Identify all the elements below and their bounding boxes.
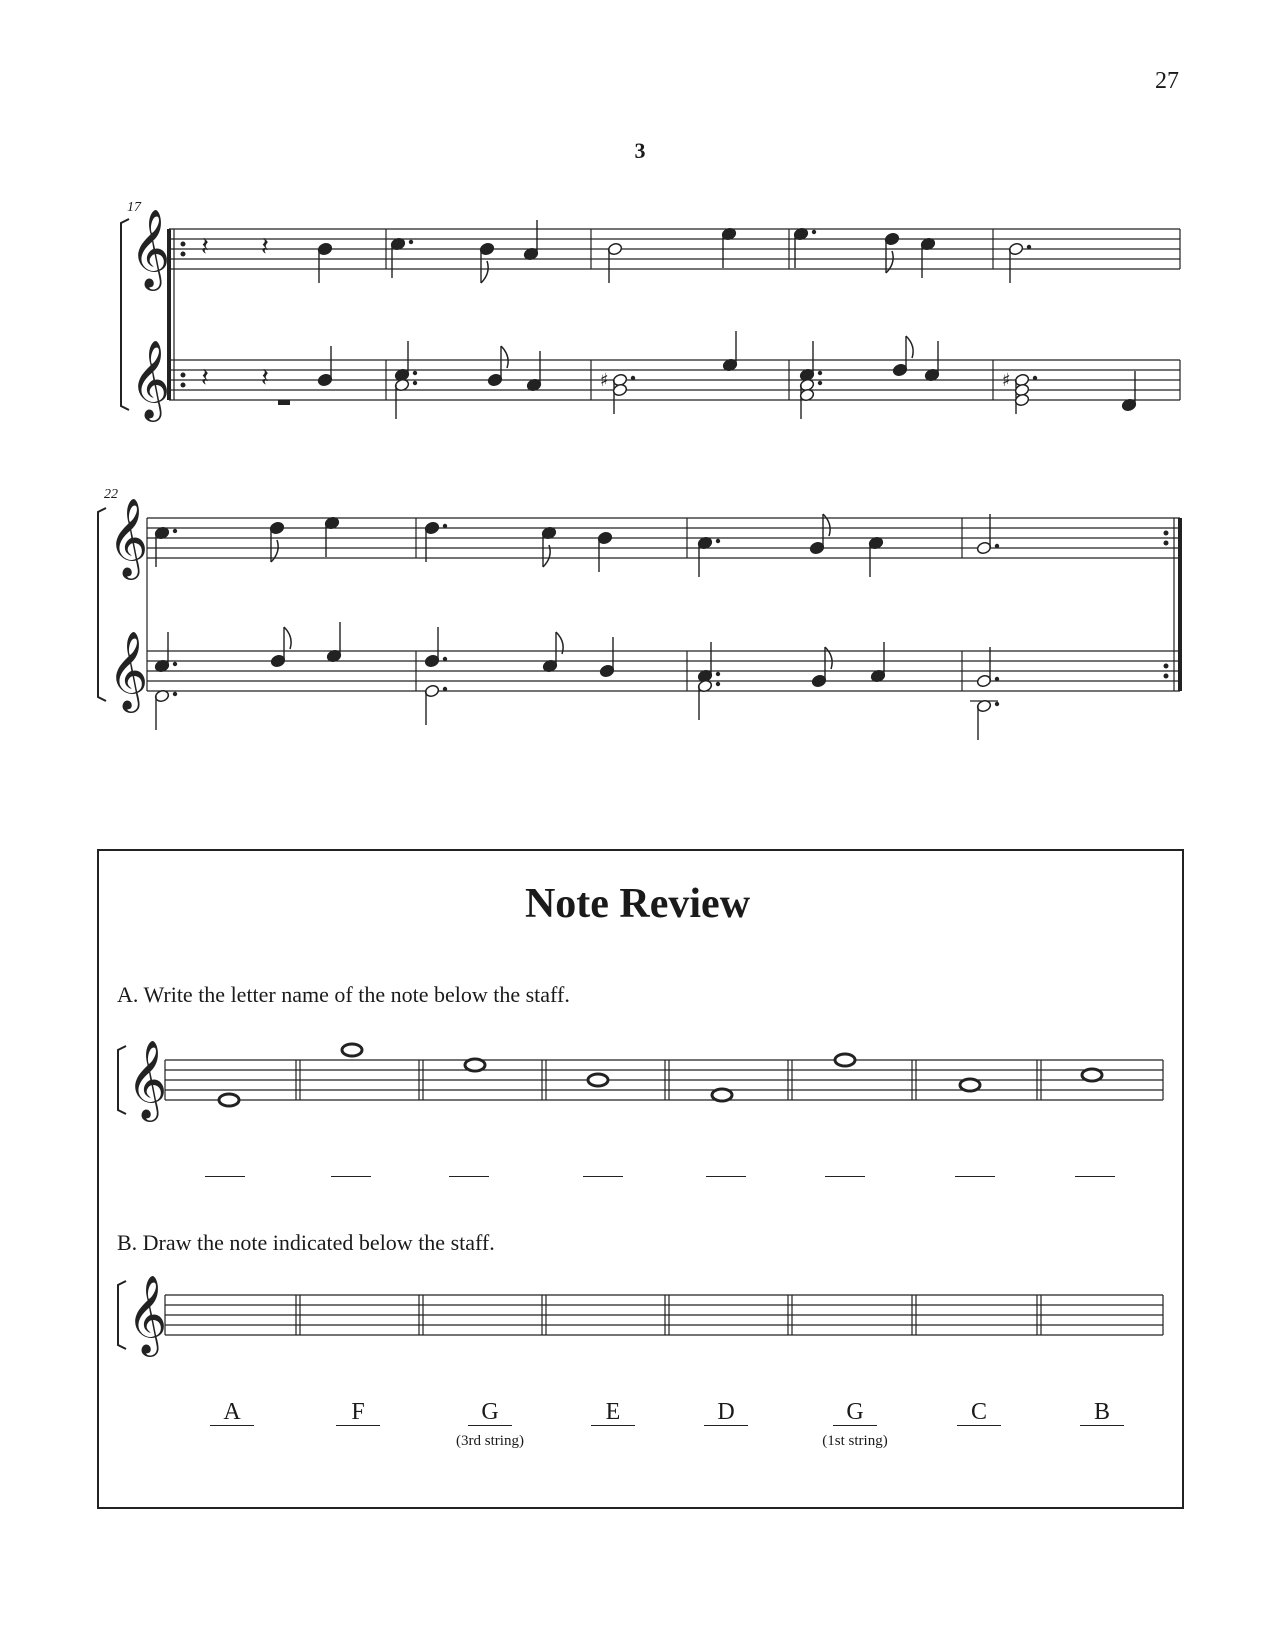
note-head bbox=[976, 514, 1000, 554]
instruction-a: A. Write the letter name of the note bel… bbox=[117, 982, 570, 1007]
given-note-letter: B bbox=[1080, 1399, 1124, 1426]
note-head bbox=[424, 627, 448, 667]
note-head bbox=[317, 346, 333, 386]
string-annotation: (3rd string) bbox=[456, 1433, 524, 1449]
note-head bbox=[154, 690, 178, 730]
answer-blank[interactable] bbox=[449, 1175, 489, 1177]
note-review-box bbox=[97, 849, 1184, 1509]
note-head bbox=[924, 341, 940, 381]
svg-text:♯: ♯ bbox=[600, 370, 609, 391]
treble-clef-icon: 𝄞 bbox=[130, 209, 170, 291]
note-head bbox=[721, 228, 737, 268]
quarter-rest-icon: 𝄽 bbox=[201, 232, 209, 262]
note-head bbox=[884, 233, 900, 274]
note-head bbox=[811, 646, 833, 687]
note-head bbox=[809, 513, 831, 554]
note-head bbox=[390, 238, 414, 278]
treble-clef-icon: 𝄞 bbox=[130, 340, 170, 422]
answer-blank[interactable] bbox=[331, 1175, 371, 1177]
note-head bbox=[324, 517, 340, 557]
given-note-letter: D bbox=[704, 1399, 748, 1426]
system-bracket bbox=[120, 218, 130, 411]
whole-rest-icon bbox=[278, 400, 290, 405]
answer-blank[interactable] bbox=[583, 1175, 623, 1177]
review-title: Note Review bbox=[524, 881, 751, 927]
note-head bbox=[424, 685, 448, 725]
treble-clef-icon: 𝄞 bbox=[108, 498, 148, 580]
note-head bbox=[976, 647, 1000, 687]
svg-text:♯: ♯ bbox=[1002, 370, 1011, 391]
note-head bbox=[526, 351, 542, 391]
answer-blank[interactable] bbox=[1075, 1175, 1115, 1177]
instruction-b: B. Draw the note indicated below the sta… bbox=[117, 1230, 495, 1255]
given-note-letter: G bbox=[833, 1399, 877, 1426]
note-head bbox=[870, 642, 886, 682]
note-head bbox=[697, 680, 721, 720]
note-head bbox=[523, 220, 539, 260]
note-head bbox=[1008, 243, 1032, 283]
quarter-rest-icon: 𝄽 bbox=[201, 363, 209, 393]
given-note-letter: G bbox=[468, 1399, 512, 1426]
given-note-letter: A bbox=[210, 1399, 254, 1426]
system-bracket bbox=[97, 507, 107, 702]
note-head bbox=[793, 228, 817, 268]
note-head bbox=[479, 243, 495, 284]
note-head bbox=[892, 335, 914, 376]
note-head bbox=[394, 341, 418, 381]
note-head bbox=[269, 522, 285, 563]
note-head bbox=[920, 238, 936, 278]
given-note-letter: C bbox=[957, 1399, 1001, 1426]
note-head bbox=[868, 537, 884, 577]
note-head bbox=[599, 637, 615, 677]
given-note-letter: F bbox=[336, 1399, 380, 1426]
note-head bbox=[597, 532, 613, 572]
note-head bbox=[541, 527, 557, 568]
note-head bbox=[154, 632, 178, 672]
quarter-rest-icon: 𝄽 bbox=[261, 232, 269, 262]
staff-lower-2 bbox=[147, 650, 1180, 692]
note-head bbox=[799, 341, 823, 381]
note-head bbox=[607, 243, 623, 283]
staff-upper-2 bbox=[147, 517, 1180, 559]
note-head bbox=[976, 700, 1000, 740]
note-head bbox=[394, 379, 418, 419]
note-head bbox=[542, 631, 564, 672]
note-head bbox=[1121, 371, 1137, 411]
answer-blank[interactable] bbox=[825, 1175, 865, 1177]
note-head bbox=[154, 527, 178, 567]
note-head bbox=[424, 522, 448, 562]
answer-blank[interactable] bbox=[205, 1175, 245, 1177]
note-head bbox=[326, 622, 342, 662]
given-note-letter: E bbox=[591, 1399, 635, 1426]
string-annotation: (1st string) bbox=[822, 1433, 888, 1449]
note-head bbox=[697, 642, 721, 682]
note-head bbox=[697, 537, 721, 577]
answer-blank[interactable] bbox=[706, 1175, 746, 1177]
note-head bbox=[270, 626, 292, 667]
note-head bbox=[317, 243, 333, 283]
treble-clef-icon: 𝄞 bbox=[108, 631, 148, 713]
note-head bbox=[487, 345, 509, 386]
answer-blank[interactable] bbox=[955, 1175, 995, 1177]
note-head bbox=[722, 331, 738, 371]
quarter-rest-icon: 𝄽 bbox=[261, 363, 269, 393]
